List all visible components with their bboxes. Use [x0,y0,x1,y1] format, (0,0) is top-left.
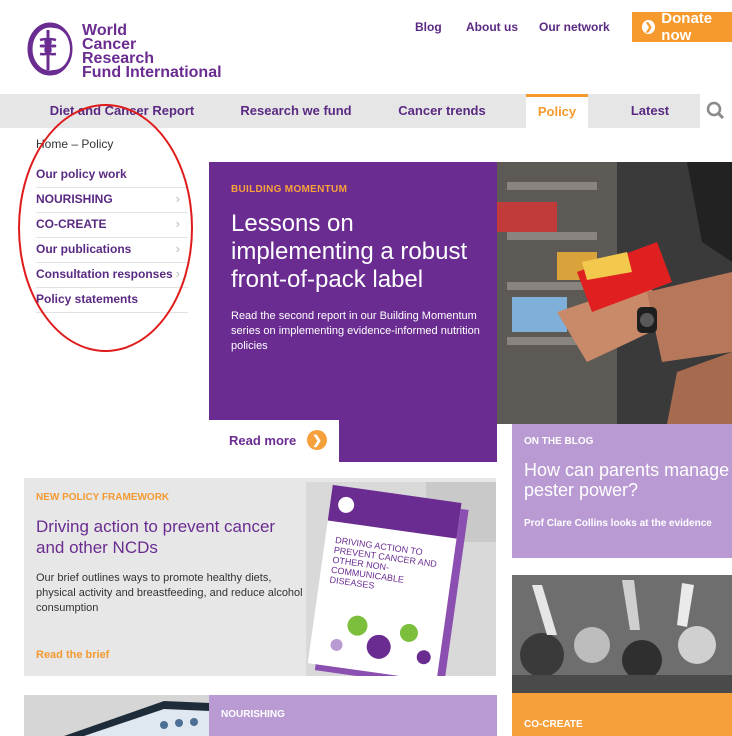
npf-description: Our brief outlines ways to promote healt… [36,572,303,614]
feature-card[interactable]: BUILDING MOMENTUM Lessons on implementin… [209,162,497,462]
npf-title: Driving action to prevent cancer and oth… [36,517,276,557]
side-item-consultation[interactable]: Consultation responses › [36,263,188,288]
feature-title: Lessons on implementing a robust front-o… [231,210,468,293]
nav-item-research[interactable]: Research we fund [222,94,370,128]
nav-item-cancer-trends[interactable]: Cancer trends [384,94,500,128]
chevron-right-icon: › [175,266,180,281]
read-more-label: Read more [229,433,297,448]
side-item-label: Our policy work [36,167,127,181]
breadcrumb-current: Policy [81,137,114,151]
nourishing-photo [24,695,210,736]
side-item-statements[interactable]: Policy statements [36,288,188,313]
blog-kicker: ON THE BLOG [524,436,594,447]
side-item-label: NOURISHING [36,192,113,206]
blog-description: Prof Clare Collins looks at the evidence [524,518,712,529]
breadcrumb-separator: – [71,137,79,151]
nav-item-policy[interactable]: Policy [526,94,588,128]
top-link-blog[interactable]: Blog [415,20,442,34]
read-brief-link[interactable]: Read the brief [36,649,109,661]
feature-description: Read the second report in our Building M… [231,310,480,352]
cocreate-card[interactable]: CO-CREATE [512,693,732,736]
blog-title: How can parents manage pester power? [524,460,730,500]
side-item-co-create[interactable]: CO-CREATE › [36,213,188,238]
breadcrumb-home[interactable]: Home [36,137,68,151]
side-item-label: Policy statements [36,292,139,306]
search-icon [706,101,725,120]
main-nav: Diet and Cancer Report Research we fund … [0,94,732,128]
chevron-right-icon: › [175,191,180,206]
logo-line: Fund International [82,64,222,81]
npf-kicker: NEW POLICY FRAMEWORK [36,492,170,503]
search-button[interactable] [700,94,732,128]
policy-framework-card[interactable]: NEW POLICY FRAMEWORK Driving action to p… [24,478,496,676]
nav-item-diet-cancer-report[interactable]: Diet and Cancer Report [36,94,208,128]
side-item-label: CO-CREATE [36,217,107,231]
policy-side-menu: Our policy work NOURISHING › CO-CREATE ›… [36,163,188,313]
donate-label: Donate now [661,10,713,44]
side-item-policy-work[interactable]: Our policy work [36,163,188,188]
top-link-network[interactable]: Our network [539,20,610,34]
cocreate-kicker: CO-CREATE [524,719,583,730]
chevron-right-icon: ❯ [307,430,327,450]
brief-cover-image: DRIVING ACTION TO PREVENT CANCER AND OTH… [306,482,496,676]
nourishing-kicker: NOURISHING [221,709,285,720]
side-item-label: Our publications [36,242,132,256]
logo-icon[interactable] [24,22,74,76]
breadcrumb: Home – Policy [36,137,113,151]
side-item-label: Consultation responses [36,267,173,281]
nav-item-latest[interactable]: Latest [612,94,688,128]
side-item-nourishing[interactable]: NOURISHING › [36,188,188,213]
feature-kicker: BUILDING MOMENTUM [231,184,348,195]
cocreate-photo [512,575,732,693]
nourishing-card[interactable]: NOURISHING [209,695,497,736]
chevron-right-icon: › [175,216,180,231]
chevron-right-icon: ❯ [642,20,656,34]
logo-wordmark[interactable]: World Cancer Research Fund International [82,23,222,81]
top-link-about[interactable]: About us [466,20,518,34]
blog-card[interactable]: ON THE BLOG How can parents manage peste… [512,424,732,558]
read-more-button[interactable]: Read more ❯ [209,420,339,462]
side-item-publications[interactable]: Our publications › [36,238,188,263]
chevron-right-icon: › [175,241,180,256]
donate-button[interactable]: ❯ Donate now [632,10,732,44]
feature-photo [497,162,732,424]
